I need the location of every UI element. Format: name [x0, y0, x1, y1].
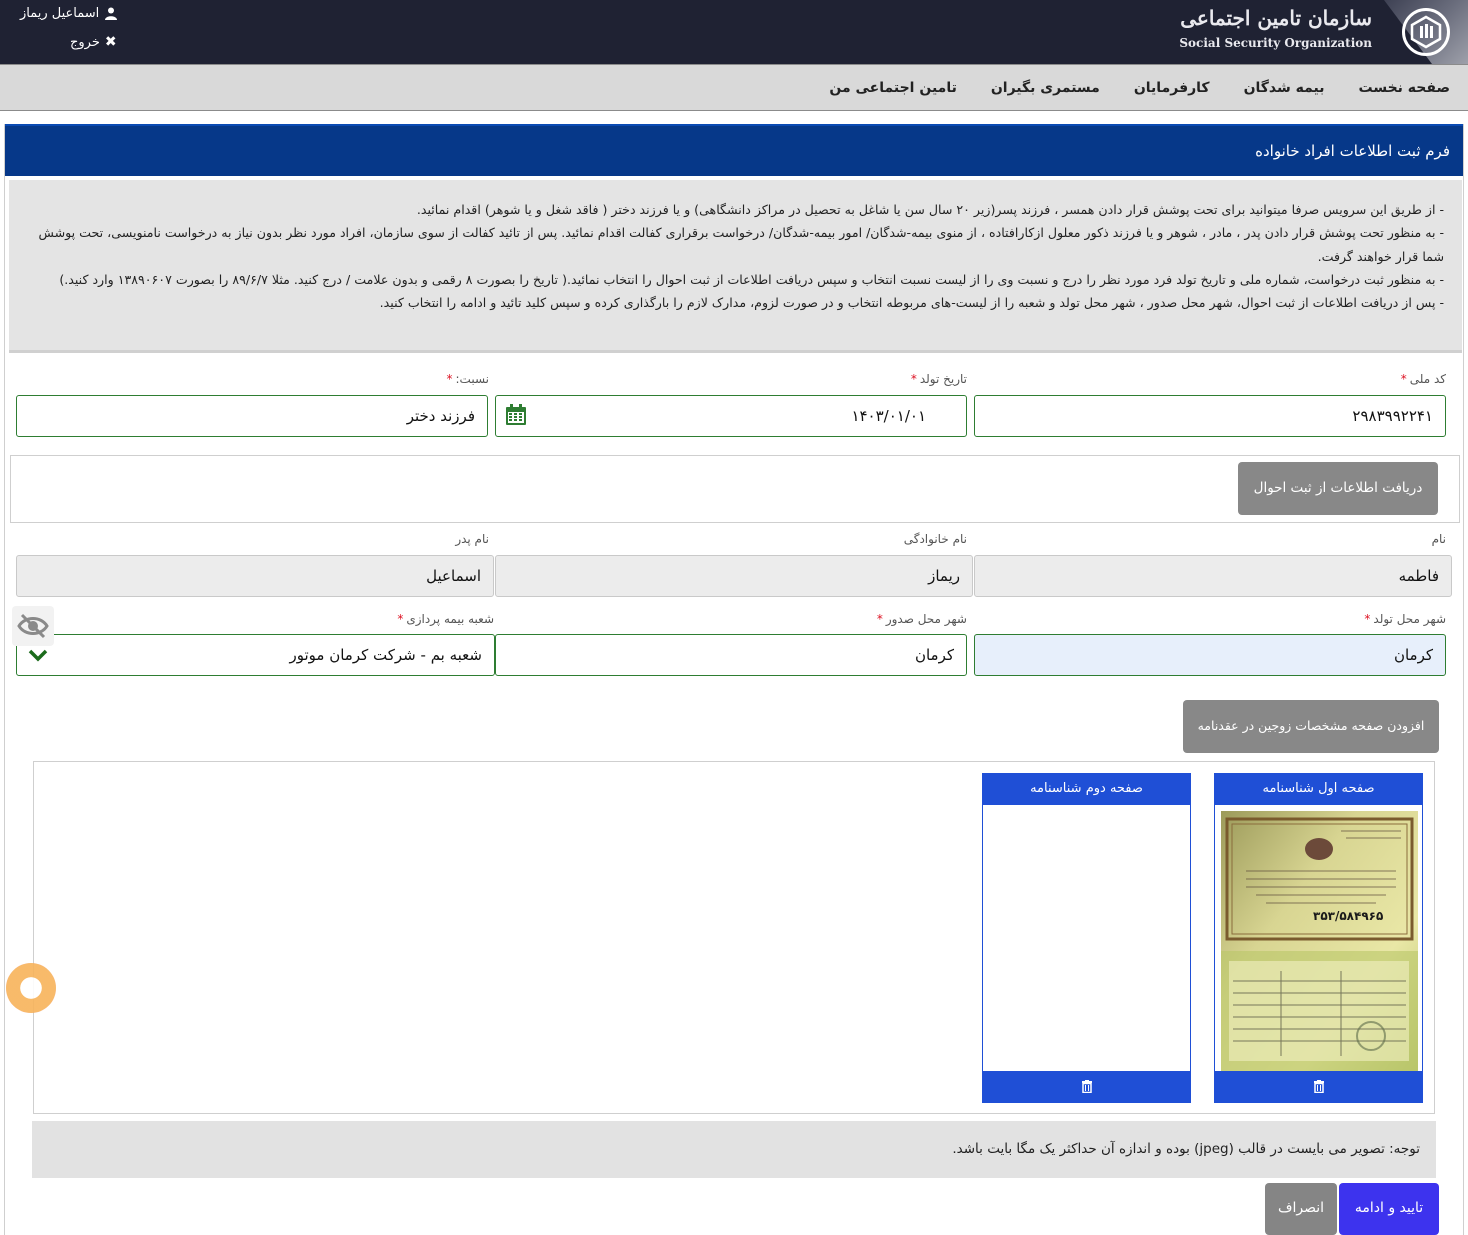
relation-select[interactable]: فرزند دختر: [16, 395, 488, 437]
last-name-label: نام خانوادگی: [903, 532, 967, 546]
relation-label: نسبت:*: [446, 372, 490, 386]
user-menu[interactable]: اسماعیل ریماز: [20, 6, 118, 21]
main-nav: صفحه نخست بیمه شدگان کارفرمایان مستمری ب…: [0, 64, 1468, 111]
delete-button[interactable]: [1215, 1071, 1422, 1102]
birth-date-input[interactable]: ۱۴۰۳/۰۱/۰۱: [495, 395, 967, 437]
file-format-note: توجه: تصویر می بایست در قالب (jpeg) بوده…: [32, 1121, 1436, 1178]
form-title: فرم ثبت اطلاعات افراد خانواده: [5, 124, 1463, 176]
top-header: سازمان تامین اجتماعی Social Security Org…: [0, 0, 1468, 64]
instructions-box: - از طریق این سرویس صرفا میتوانید برای ت…: [9, 180, 1462, 353]
birth-date-value: ۱۴۰۳/۰۱/۰۱: [851, 407, 926, 425]
fetch-registry-button[interactable]: دریافت اطلاعات از ثبت احوال: [1238, 462, 1438, 515]
cancel-button[interactable]: انصراف: [1265, 1183, 1337, 1235]
user-name: اسماعیل ریماز: [20, 6, 100, 21]
nav-item-insured[interactable]: بیمه شدگان: [1244, 80, 1325, 96]
logout-link[interactable]: ✖ خروج: [70, 34, 117, 50]
branch-value: شعبه بم - شرکت کرمان موتور: [289, 646, 483, 664]
national-code-label: کد ملی*: [1400, 372, 1446, 386]
birth-date-label: تاریخ تولد*: [910, 372, 967, 386]
father-name-field: اسماعیل: [16, 555, 494, 597]
org-name-en: Social Security Organization: [1179, 36, 1372, 50]
org-name-fa: سازمان تامین اجتماعی: [1180, 6, 1372, 30]
last-name-field: ریماز: [495, 555, 973, 597]
father-name-label: نام پدر: [455, 532, 489, 546]
instruction-line: - از طریق این سرویس صرفا میتوانید برای ت…: [416, 202, 1444, 217]
delete-button[interactable]: [983, 1071, 1190, 1102]
org-logo-icon: [1410, 15, 1442, 49]
nav-item-my-ssa[interactable]: تامین اجتماعی من: [829, 80, 956, 96]
issue-city-select[interactable]: کرمان: [495, 634, 967, 676]
logout-label: خروج: [70, 34, 100, 50]
national-code-input[interactable]: ۲۹۸۳۹۹۲۲۴۱: [974, 395, 1446, 437]
trash-icon: [1313, 1080, 1324, 1093]
chevron-down-icon[interactable]: [28, 648, 48, 662]
nav-item-employers[interactable]: کارفرمایان: [1134, 80, 1210, 96]
birth-city-label: شهر محل تولد*: [1364, 612, 1446, 626]
calendar-icon[interactable]: [505, 404, 527, 426]
close-icon: ✖: [104, 34, 117, 50]
add-marriage-page-button[interactable]: افزودن صفحه مشخصات زوجین در عقدنامه: [1183, 700, 1439, 753]
upload-card-page1[interactable]: صفحه اول شناسنامه ۳۵۳/۵۸۴۹۶۵: [1214, 773, 1423, 1103]
org-logo[interactable]: [1402, 8, 1450, 56]
branch-select[interactable]: شعبه بم - شرکت کرمان موتور: [16, 634, 495, 676]
instruction-line: - به منظور ثبت درخواست، شماره ملی و تاری…: [59, 271, 1444, 287]
issue-city-label: شهر محل صدور*: [876, 612, 967, 626]
support-chat-icon[interactable]: [6, 963, 56, 1013]
document-number: ۳۵۳/۵۸۴۹۶۵: [1313, 909, 1384, 923]
nav-item-pensioners[interactable]: مستمری بگیران: [991, 80, 1100, 96]
trash-icon: [1081, 1080, 1092, 1093]
first-name-field: فاطمه: [974, 555, 1452, 597]
nav-item-home[interactable]: صفحه نخست: [1359, 80, 1450, 96]
instruction-line: - پس از دریافت اطلاعات از ثبت احوال، شهر…: [379, 295, 1444, 311]
confirm-continue-button[interactable]: تایید و ادامه: [1339, 1183, 1439, 1235]
id-document-image: ۳۵۳/۵۸۴۹۶۵: [1221, 811, 1418, 1072]
birth-city-select[interactable]: کرمان: [974, 634, 1446, 676]
first-name-label: نام: [1431, 532, 1446, 546]
user-icon: [105, 7, 118, 20]
upload-card-page2[interactable]: صفحه دوم شناسنامه: [982, 773, 1191, 1103]
instruction-line: - به منظور تحت پوشش قرار دادن پدر ، مادر…: [38, 225, 1444, 264]
eye-slash-icon[interactable]: [12, 606, 54, 646]
upload-card-title: صفحه دوم شناسنامه: [983, 774, 1190, 805]
upload-card-title: صفحه اول شناسنامه: [1215, 774, 1422, 805]
branch-label: شعبه بیمه پردازی*: [397, 612, 494, 626]
